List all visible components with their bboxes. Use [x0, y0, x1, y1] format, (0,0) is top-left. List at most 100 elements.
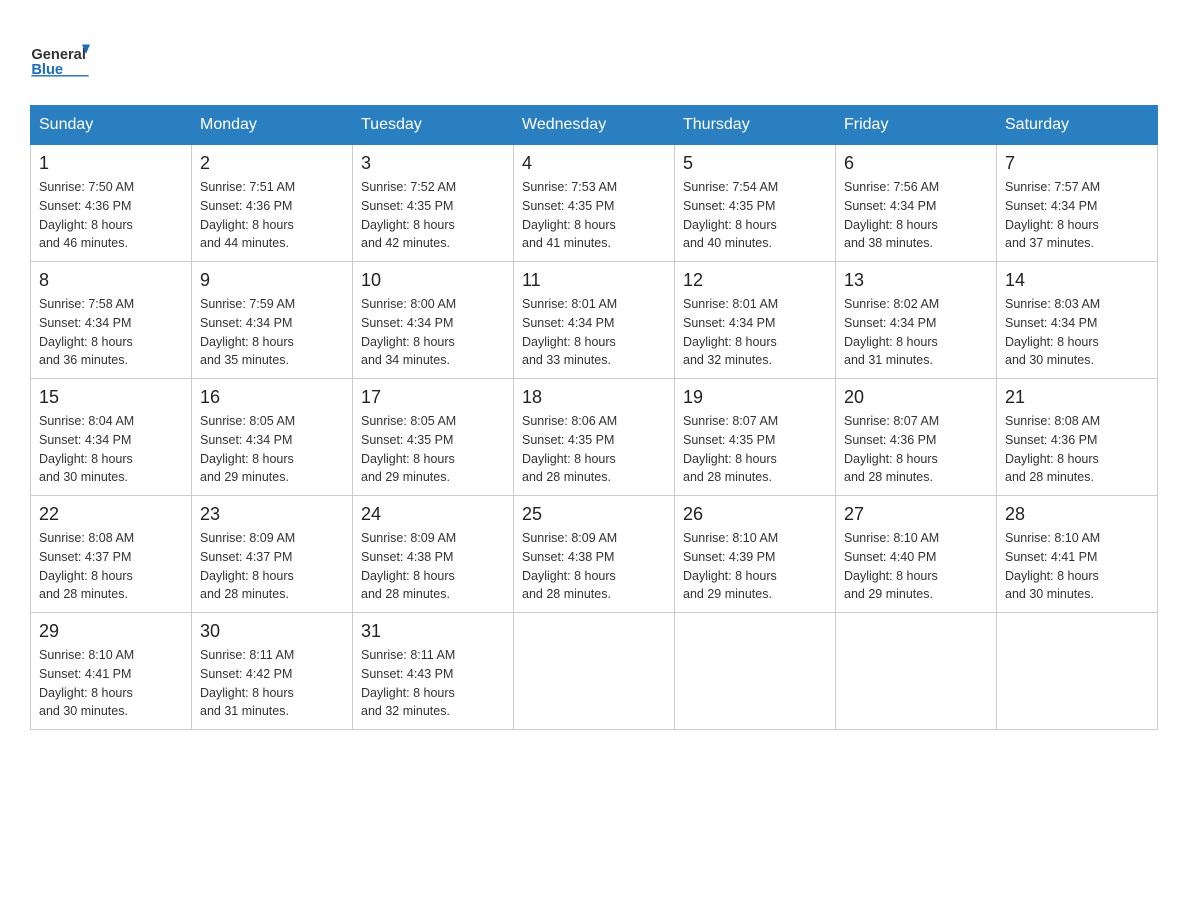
day-number: 8: [39, 270, 183, 291]
calendar-cell: 1 Sunrise: 7:50 AM Sunset: 4:36 PM Dayli…: [31, 145, 192, 262]
calendar-cell: 18 Sunrise: 8:06 AM Sunset: 4:35 PM Dayl…: [514, 379, 675, 496]
calendar-cell: 8 Sunrise: 7:58 AM Sunset: 4:34 PM Dayli…: [31, 262, 192, 379]
calendar-cell: 20 Sunrise: 8:07 AM Sunset: 4:36 PM Dayl…: [836, 379, 997, 496]
day-number: 3: [361, 153, 505, 174]
calendar-cell: 12 Sunrise: 8:01 AM Sunset: 4:34 PM Dayl…: [675, 262, 836, 379]
calendar-cell: [836, 613, 997, 730]
day-number: 20: [844, 387, 988, 408]
calendar-cell: 17 Sunrise: 8:05 AM Sunset: 4:35 PM Dayl…: [353, 379, 514, 496]
day-info: Sunrise: 8:01 AM Sunset: 4:34 PM Dayligh…: [522, 295, 666, 370]
day-number: 11: [522, 270, 666, 291]
day-info: Sunrise: 8:05 AM Sunset: 4:35 PM Dayligh…: [361, 412, 505, 487]
day-number: 9: [200, 270, 344, 291]
calendar-cell: 3 Sunrise: 7:52 AM Sunset: 4:35 PM Dayli…: [353, 145, 514, 262]
header-monday: Monday: [192, 106, 353, 145]
day-info: Sunrise: 7:57 AM Sunset: 4:34 PM Dayligh…: [1005, 178, 1149, 253]
day-info: Sunrise: 7:54 AM Sunset: 4:35 PM Dayligh…: [683, 178, 827, 253]
day-info: Sunrise: 8:01 AM Sunset: 4:34 PM Dayligh…: [683, 295, 827, 370]
day-info: Sunrise: 7:51 AM Sunset: 4:36 PM Dayligh…: [200, 178, 344, 253]
day-info: Sunrise: 8:06 AM Sunset: 4:35 PM Dayligh…: [522, 412, 666, 487]
day-info: Sunrise: 8:02 AM Sunset: 4:34 PM Dayligh…: [844, 295, 988, 370]
day-number: 16: [200, 387, 344, 408]
calendar-cell: 5 Sunrise: 7:54 AM Sunset: 4:35 PM Dayli…: [675, 145, 836, 262]
day-number: 26: [683, 504, 827, 525]
day-number: 5: [683, 153, 827, 174]
week-row-4: 22 Sunrise: 8:08 AM Sunset: 4:37 PM Dayl…: [31, 496, 1158, 613]
day-number: 22: [39, 504, 183, 525]
calendar-cell: [514, 613, 675, 730]
day-info: Sunrise: 8:09 AM Sunset: 4:38 PM Dayligh…: [522, 529, 666, 604]
calendar-cell: 10 Sunrise: 8:00 AM Sunset: 4:34 PM Dayl…: [353, 262, 514, 379]
calendar-cell: 25 Sunrise: 8:09 AM Sunset: 4:38 PM Dayl…: [514, 496, 675, 613]
day-number: 30: [200, 621, 344, 642]
calendar-cell: 22 Sunrise: 8:08 AM Sunset: 4:37 PM Dayl…: [31, 496, 192, 613]
header-tuesday: Tuesday: [353, 106, 514, 145]
svg-text:General: General: [31, 47, 86, 63]
day-info: Sunrise: 8:08 AM Sunset: 4:37 PM Dayligh…: [39, 529, 183, 604]
day-info: Sunrise: 8:05 AM Sunset: 4:34 PM Dayligh…: [200, 412, 344, 487]
logo: General Blue: [30, 30, 90, 85]
day-number: 6: [844, 153, 988, 174]
day-number: 19: [683, 387, 827, 408]
day-number: 24: [361, 504, 505, 525]
day-number: 31: [361, 621, 505, 642]
day-info: Sunrise: 7:58 AM Sunset: 4:34 PM Dayligh…: [39, 295, 183, 370]
calendar-cell: 9 Sunrise: 7:59 AM Sunset: 4:34 PM Dayli…: [192, 262, 353, 379]
day-info: Sunrise: 8:11 AM Sunset: 4:43 PM Dayligh…: [361, 646, 505, 721]
logo-icon: General Blue: [30, 30, 90, 85]
day-info: Sunrise: 8:09 AM Sunset: 4:38 PM Dayligh…: [361, 529, 505, 604]
calendar-cell: 4 Sunrise: 7:53 AM Sunset: 4:35 PM Dayli…: [514, 145, 675, 262]
calendar-cell: 24 Sunrise: 8:09 AM Sunset: 4:38 PM Dayl…: [353, 496, 514, 613]
day-number: 15: [39, 387, 183, 408]
day-info: Sunrise: 8:09 AM Sunset: 4:37 PM Dayligh…: [200, 529, 344, 604]
day-number: 27: [844, 504, 988, 525]
header-saturday: Saturday: [997, 106, 1158, 145]
calendar-cell: 21 Sunrise: 8:08 AM Sunset: 4:36 PM Dayl…: [997, 379, 1158, 496]
calendar-table: SundayMondayTuesdayWednesdayThursdayFrid…: [30, 105, 1158, 730]
day-number: 17: [361, 387, 505, 408]
day-info: Sunrise: 8:07 AM Sunset: 4:35 PM Dayligh…: [683, 412, 827, 487]
day-info: Sunrise: 8:08 AM Sunset: 4:36 PM Dayligh…: [1005, 412, 1149, 487]
calendar-cell: 11 Sunrise: 8:01 AM Sunset: 4:34 PM Dayl…: [514, 262, 675, 379]
calendar-cell: 6 Sunrise: 7:56 AM Sunset: 4:34 PM Dayli…: [836, 145, 997, 262]
calendar-cell: 13 Sunrise: 8:02 AM Sunset: 4:34 PM Dayl…: [836, 262, 997, 379]
calendar-cell: 14 Sunrise: 8:03 AM Sunset: 4:34 PM Dayl…: [997, 262, 1158, 379]
header-friday: Friday: [836, 106, 997, 145]
day-info: Sunrise: 8:00 AM Sunset: 4:34 PM Dayligh…: [361, 295, 505, 370]
day-number: 21: [1005, 387, 1149, 408]
day-info: Sunrise: 8:03 AM Sunset: 4:34 PM Dayligh…: [1005, 295, 1149, 370]
day-info: Sunrise: 7:59 AM Sunset: 4:34 PM Dayligh…: [200, 295, 344, 370]
day-number: 12: [683, 270, 827, 291]
day-number: 23: [200, 504, 344, 525]
day-number: 14: [1005, 270, 1149, 291]
calendar-cell: 19 Sunrise: 8:07 AM Sunset: 4:35 PM Dayl…: [675, 379, 836, 496]
day-info: Sunrise: 8:11 AM Sunset: 4:42 PM Dayligh…: [200, 646, 344, 721]
day-info: Sunrise: 8:10 AM Sunset: 4:39 PM Dayligh…: [683, 529, 827, 604]
calendar-cell: 7 Sunrise: 7:57 AM Sunset: 4:34 PM Dayli…: [997, 145, 1158, 262]
day-info: Sunrise: 8:07 AM Sunset: 4:36 PM Dayligh…: [844, 412, 988, 487]
week-row-5: 29 Sunrise: 8:10 AM Sunset: 4:41 PM Dayl…: [31, 613, 1158, 730]
day-number: 29: [39, 621, 183, 642]
day-number: 7: [1005, 153, 1149, 174]
day-number: 13: [844, 270, 988, 291]
day-number: 25: [522, 504, 666, 525]
day-info: Sunrise: 8:04 AM Sunset: 4:34 PM Dayligh…: [39, 412, 183, 487]
calendar-cell: 23 Sunrise: 8:09 AM Sunset: 4:37 PM Dayl…: [192, 496, 353, 613]
page-header: General Blue: [30, 30, 1158, 85]
week-row-3: 15 Sunrise: 8:04 AM Sunset: 4:34 PM Dayl…: [31, 379, 1158, 496]
day-number: 2: [200, 153, 344, 174]
calendar-cell: 27 Sunrise: 8:10 AM Sunset: 4:40 PM Dayl…: [836, 496, 997, 613]
week-row-1: 1 Sunrise: 7:50 AM Sunset: 4:36 PM Dayli…: [31, 145, 1158, 262]
calendar-cell: 29 Sunrise: 8:10 AM Sunset: 4:41 PM Dayl…: [31, 613, 192, 730]
header-sunday: Sunday: [31, 106, 192, 145]
calendar-cell: 15 Sunrise: 8:04 AM Sunset: 4:34 PM Dayl…: [31, 379, 192, 496]
day-number: 1: [39, 153, 183, 174]
calendar-cell: 28 Sunrise: 8:10 AM Sunset: 4:41 PM Dayl…: [997, 496, 1158, 613]
calendar-cell: 2 Sunrise: 7:51 AM Sunset: 4:36 PM Dayli…: [192, 145, 353, 262]
header-wednesday: Wednesday: [514, 106, 675, 145]
day-info: Sunrise: 8:10 AM Sunset: 4:41 PM Dayligh…: [1005, 529, 1149, 604]
day-info: Sunrise: 7:53 AM Sunset: 4:35 PM Dayligh…: [522, 178, 666, 253]
calendar-cell: [997, 613, 1158, 730]
day-info: Sunrise: 7:50 AM Sunset: 4:36 PM Dayligh…: [39, 178, 183, 253]
day-info: Sunrise: 8:10 AM Sunset: 4:40 PM Dayligh…: [844, 529, 988, 604]
